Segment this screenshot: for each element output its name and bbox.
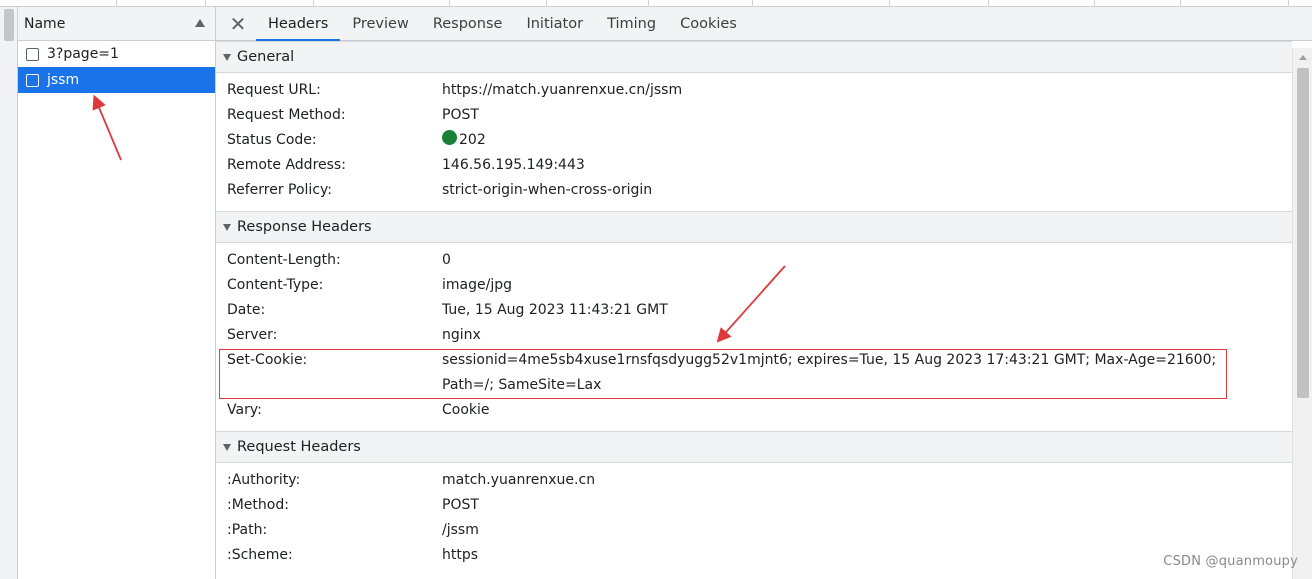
header-value: POST: [442, 497, 479, 513]
devtools-network-panel: Name 3?page=1 jssm ✕ Headers Preview Respon…: [0, 0, 1312, 579]
details-tabbar: ✕ Headers Preview Response Initiator Timing C…: [216, 7, 1312, 41]
headers-content: General Request URL: https://match.yuanre…: [216, 41, 1292, 576]
header-row: Content-Type: image/jpg: [216, 273, 1292, 298]
header-row: Date: Tue, 15 Aug 2023 11:43:21 GMT: [216, 298, 1292, 323]
request-details-panel: ✕ Headers Preview Response Initiator Timing C…: [216, 7, 1312, 579]
header-row: Server: nginx: [216, 323, 1292, 348]
timeline-overview-strip: [0, 0, 1312, 7]
header-value: nginx: [442, 327, 481, 343]
header-name: Remote Address:: [227, 157, 346, 173]
header-name: Set-Cookie:: [227, 352, 308, 368]
header-row: Request Method: POST: [216, 103, 1292, 128]
left-scroll-thumb[interactable]: [4, 9, 14, 41]
scroll-up-arrow-icon[interactable]: [1299, 55, 1307, 60]
header-row: :Method: POST: [216, 493, 1292, 518]
details-scroll-thumb[interactable]: [1297, 68, 1309, 398]
request-row[interactable]: 3?page=1: [18, 41, 215, 67]
section-general: Request URL: https://match.yuanrenxue.cn/…: [216, 73, 1292, 211]
header-row: Referrer Policy: strict-origin-when-cross…: [216, 178, 1292, 203]
header-value: 146.56.195.149:443: [442, 157, 585, 173]
section-title: Response Headers: [237, 219, 372, 235]
left-scroll-gutter[interactable]: [0, 7, 18, 579]
header-row: Set-Cookie: sessionid=4me5sb4xuse1rnsfqsd…: [216, 348, 1292, 398]
header-value: 0: [442, 252, 451, 268]
collapse-triangle-icon: [223, 53, 231, 61]
header-row: Status Code: 202: [216, 128, 1292, 153]
checkbox-icon[interactable]: [26, 47, 39, 61]
tab-initiator[interactable]: Initiator: [514, 7, 595, 40]
request-name: 3?page=1: [47, 46, 119, 62]
header-row: Content-Length: 0: [216, 248, 1292, 273]
header-value: image/jpg: [442, 277, 512, 293]
header-row: Request URL: https://match.yuanrenxue.cn/…: [216, 78, 1292, 103]
header-value: strict-origin-when-cross-origin: [442, 182, 653, 198]
header-value: Tue, 15 Aug 2023 11:43:21 GMT: [442, 302, 668, 318]
tab-preview[interactable]: Preview: [340, 7, 420, 40]
header-value: Cookie: [442, 402, 490, 418]
header-value: https: [442, 547, 479, 563]
header-name: Request Method:: [227, 107, 346, 123]
header-name: :Scheme:: [227, 547, 293, 563]
status-code-value: 202: [459, 132, 486, 148]
collapse-triangle-icon: [223, 443, 231, 451]
section-header-general[interactable]: General: [216, 41, 1292, 73]
header-value: https://match.yuanrenxue.cn/jssm: [442, 82, 683, 98]
watermark: CSDN @quanmoupy: [1163, 554, 1298, 569]
section-header-request-headers[interactable]: Request Headers: [216, 431, 1292, 463]
section-header-response-headers[interactable]: Response Headers: [216, 211, 1292, 243]
header-name: Request URL:: [227, 82, 321, 98]
section-response-headers: Content-Length: 0 Content-Type: image/jpg Da…: [216, 243, 1292, 431]
request-row[interactable]: jssm: [18, 67, 215, 93]
close-icon[interactable]: ✕: [226, 7, 250, 40]
header-name: :Method:: [227, 497, 289, 513]
header-name: Status Code:: [227, 132, 317, 148]
name-column-header[interactable]: Name: [18, 7, 215, 41]
sort-ascending-icon[interactable]: [195, 19, 205, 27]
tab-timing[interactable]: Timing: [595, 7, 668, 40]
header-row: :Path: /jssm: [216, 518, 1292, 543]
section-title: General: [237, 49, 295, 65]
header-row: Vary: Cookie: [216, 398, 1292, 423]
header-name: Date:: [227, 302, 266, 318]
header-name: Server:: [227, 327, 278, 343]
status-ok-dot-icon: [442, 130, 457, 145]
request-name: jssm: [47, 72, 80, 88]
name-column-header-label: Name: [24, 15, 66, 32]
tab-headers[interactable]: Headers: [256, 7, 341, 41]
tab-response[interactable]: Response: [421, 7, 515, 40]
details-vertical-scrollbar[interactable]: [1292, 48, 1312, 579]
section-request-headers: :Authority: match.yuanrenxue.cn :Method: PO…: [216, 463, 1292, 576]
header-value: match.yuanrenxue.cn: [442, 472, 596, 488]
header-row: :Authority: match.yuanrenxue.cn: [216, 468, 1292, 493]
header-value: sessionid=4me5sb4xuse1rnsfqsdyugg52v1mjn…: [442, 352, 1217, 393]
header-name: Vary:: [227, 402, 262, 418]
header-name: :Path:: [227, 522, 268, 538]
collapse-triangle-icon: [223, 223, 231, 231]
section-title: Request Headers: [237, 439, 361, 455]
header-name: Content-Type:: [227, 277, 324, 293]
request-list: Name 3?page=1 jssm: [18, 7, 216, 579]
header-row: :Scheme: https: [216, 543, 1292, 568]
header-value: 202: [442, 128, 1232, 153]
header-name: Content-Length:: [227, 252, 341, 268]
header-name: Referrer Policy:: [227, 182, 332, 198]
header-row: Remote Address: 146.56.195.149:443: [216, 153, 1292, 178]
header-name: :Authority:: [227, 472, 301, 488]
tab-cookies[interactable]: Cookies: [668, 7, 749, 40]
header-value: POST: [442, 107, 479, 123]
checkbox-icon[interactable]: [26, 73, 39, 87]
header-value: /jssm: [442, 522, 479, 538]
